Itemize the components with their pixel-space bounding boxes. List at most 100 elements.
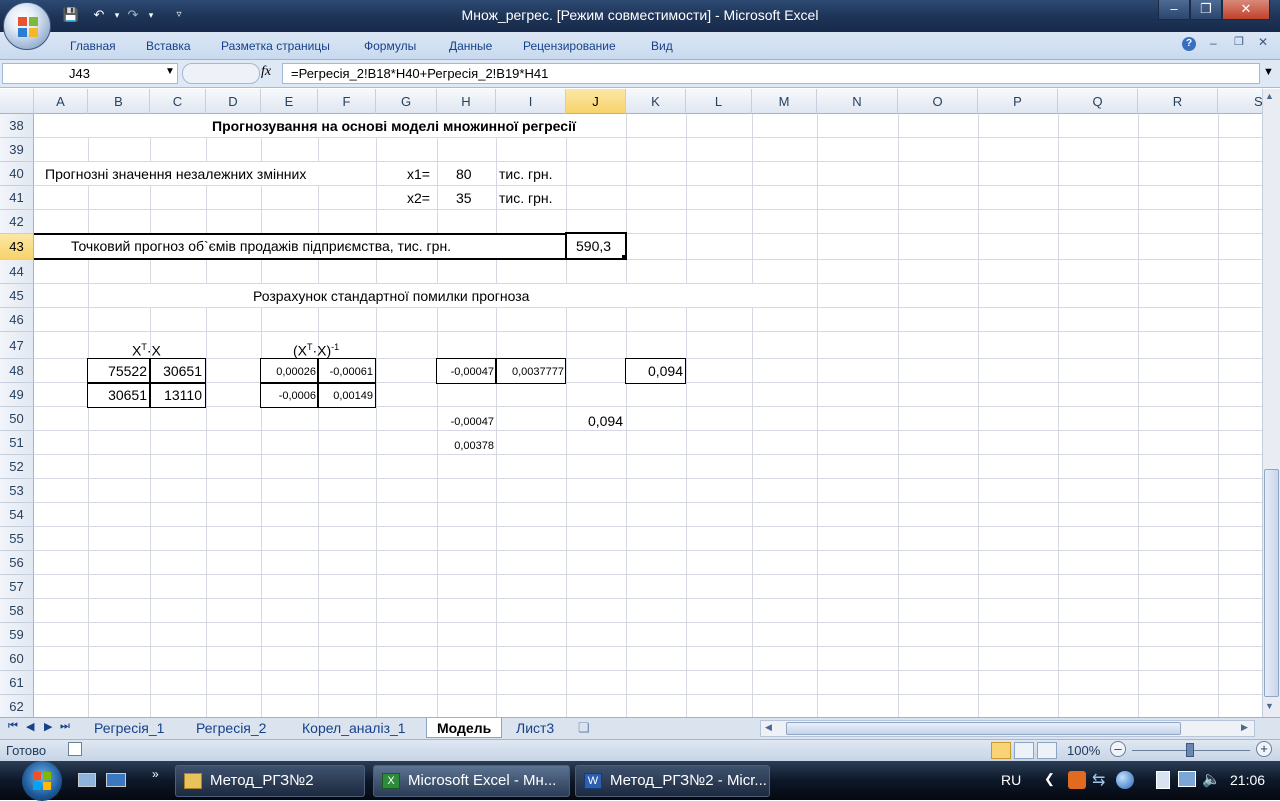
col-header-n[interactable]: N <box>817 89 898 114</box>
row-header[interactable]: 61 <box>0 671 34 695</box>
safely-remove-icon[interactable] <box>1156 771 1170 789</box>
select-all-corner[interactable] <box>0 89 34 114</box>
expand-formula-bar-icon[interactable]: ▼ <box>1263 66 1274 78</box>
col-header-o[interactable]: O <box>898 89 978 114</box>
vertical-scroll-thumb[interactable] <box>1264 469 1279 697</box>
col-header-q[interactable]: Q <box>1058 89 1138 114</box>
row-header[interactable]: 45 <box>0 284 34 308</box>
zoom-level[interactable]: 100% <box>1067 743 1100 758</box>
scroll-down-icon[interactable]: ▼ <box>1265 701 1274 711</box>
col-header-l[interactable]: L <box>686 89 752 114</box>
java-icon[interactable] <box>1068 771 1086 789</box>
insert-function-icon[interactable]: fx <box>261 64 271 80</box>
tab-review[interactable]: Рецензирование <box>523 39 616 53</box>
cell-e48[interactable]: 0,00026 <box>261 360 316 384</box>
row-header[interactable]: 55 <box>0 527 34 551</box>
first-sheet-icon[interactable]: ⏮ <box>8 720 18 733</box>
row-header[interactable]: 44 <box>0 260 34 284</box>
switch-windows-icon[interactable] <box>106 773 126 787</box>
network-sync-icon[interactable]: ⇆ <box>1092 770 1105 790</box>
restore-button[interactable]: ❐ <box>1190 0 1222 20</box>
close-button[interactable]: ✕ <box>1222 0 1270 20</box>
formula-bar-splitter[interactable] <box>182 63 260 84</box>
prev-sheet-icon[interactable]: ◀ <box>26 720 34 733</box>
page-break-view-icon[interactable] <box>1037 742 1057 759</box>
x1-value[interactable]: 80 <box>456 162 472 186</box>
tab-formulas[interactable]: Формулы <box>364 39 416 53</box>
zoom-slider-thumb[interactable] <box>1186 743 1194 757</box>
horizontal-scrollbar[interactable]: ◀ ▶ <box>760 720 1255 737</box>
sheet-tab-model[interactable]: Модель <box>426 718 503 738</box>
row-header[interactable]: 53 <box>0 479 34 503</box>
ribbon-minimize-icon[interactable]: – <box>1210 36 1217 50</box>
col-header-k[interactable]: K <box>626 89 686 114</box>
row-header[interactable]: 46 <box>0 308 34 332</box>
cell-i48[interactable]: 0,0037777 <box>496 360 564 384</box>
col-header-b[interactable]: B <box>88 89 150 114</box>
tab-insert[interactable]: Вставка <box>146 39 191 53</box>
tab-page-layout[interactable]: Разметка страницы <box>221 39 330 53</box>
cell-h51[interactable]: 0,00378 <box>437 434 494 458</box>
page-layout-view-icon[interactable] <box>1014 742 1034 759</box>
taskbar-excel[interactable]: X Microsoft Excel - Мн... <box>373 765 570 797</box>
row-header[interactable]: 54 <box>0 503 34 527</box>
cell-b49[interactable]: 30651 <box>88 383 147 407</box>
row-header[interactable]: 40 <box>0 162 34 186</box>
col-header-a[interactable]: A <box>34 89 88 114</box>
zoom-in-icon[interactable]: + <box>1256 741 1272 757</box>
tray-expand-icon[interactable]: ❮ <box>1044 771 1055 787</box>
col-header-p[interactable]: P <box>978 89 1058 114</box>
insert-sheet-icon[interactable]: ❏ <box>578 720 590 736</box>
help-icon[interactable]: ? <box>1182 37 1196 51</box>
col-header-r[interactable]: R <box>1138 89 1218 114</box>
col-header-f[interactable]: F <box>318 89 376 114</box>
cell-b48[interactable]: 75522 <box>88 359 147 383</box>
col-header-e[interactable]: E <box>261 89 318 114</box>
col-header-m[interactable]: M <box>752 89 817 114</box>
row-header[interactable]: 60 <box>0 647 34 671</box>
zoom-out-icon[interactable]: – <box>1110 741 1126 757</box>
scroll-up-icon[interactable]: ▲ <box>1265 91 1274 101</box>
col-header-g[interactable]: G <box>376 89 437 114</box>
row-header[interactable]: 41 <box>0 186 34 210</box>
language-indicator[interactable]: RU <box>1001 772 1021 788</box>
row-header[interactable]: 62 <box>0 695 34 717</box>
row-header[interactable]: 47 <box>0 332 34 359</box>
taskbar-folder[interactable]: Метод_РГЗ№2 <box>175 765 365 797</box>
office-button[interactable] <box>3 2 51 50</box>
col-header-s[interactable]: S <box>1218 89 1262 114</box>
cell-c49[interactable]: 13110 <box>150 383 202 407</box>
row-header[interactable]: 58 <box>0 599 34 623</box>
cell-h48[interactable]: -0,00047 <box>437 360 494 384</box>
show-desktop-icon[interactable] <box>78 773 96 787</box>
next-sheet-icon[interactable]: ▶ <box>44 720 52 733</box>
volume-icon[interactable]: 🔈 <box>1202 770 1221 788</box>
name-box[interactable]: J43 ▼ <box>2 63 178 84</box>
cell-c48[interactable]: 30651 <box>150 359 202 383</box>
row-header[interactable]: 42 <box>0 210 34 234</box>
cell-e49[interactable]: -0,0006 <box>261 384 316 408</box>
cell-h50[interactable]: -0,00047 <box>437 410 494 434</box>
network-icon[interactable] <box>1178 771 1196 787</box>
sheet-tab-correlation[interactable]: Корел_аналіз_1 <box>292 718 416 738</box>
row-header[interactable]: 52 <box>0 455 34 479</box>
clock[interactable]: 21:06 <box>1230 772 1265 788</box>
sheet-tab-sheet3[interactable]: Лист3 <box>506 718 564 738</box>
col-header-h[interactable]: H <box>437 89 496 114</box>
minimize-button[interactable]: – <box>1158 0 1190 20</box>
row-header[interactable]: 57 <box>0 575 34 599</box>
ribbon-restore-icon[interactable]: ❐ <box>1234 35 1244 48</box>
taskbar-word[interactable]: W Метод_РГЗ№2 - Micr... <box>575 765 770 797</box>
worksheet-grid[interactable]: A B C D E F G H I J K L M N O P Q R S 38… <box>0 89 1262 717</box>
tab-home[interactable]: Главная <box>70 39 116 53</box>
cell-j50[interactable]: 0,094 <box>566 409 623 433</box>
cell-k48[interactable]: 0,094 <box>626 359 683 383</box>
row-header[interactable]: 48 <box>0 359 34 383</box>
tab-view[interactable]: Вид <box>651 39 673 53</box>
vertical-scrollbar[interactable]: ▲ ▼ <box>1262 89 1280 717</box>
start-button[interactable] <box>22 761 62 801</box>
col-header-i[interactable]: I <box>496 89 566 114</box>
row-header[interactable]: 51 <box>0 431 34 455</box>
row-header[interactable]: 49 <box>0 383 34 407</box>
tab-data[interactable]: Данные <box>449 39 492 53</box>
